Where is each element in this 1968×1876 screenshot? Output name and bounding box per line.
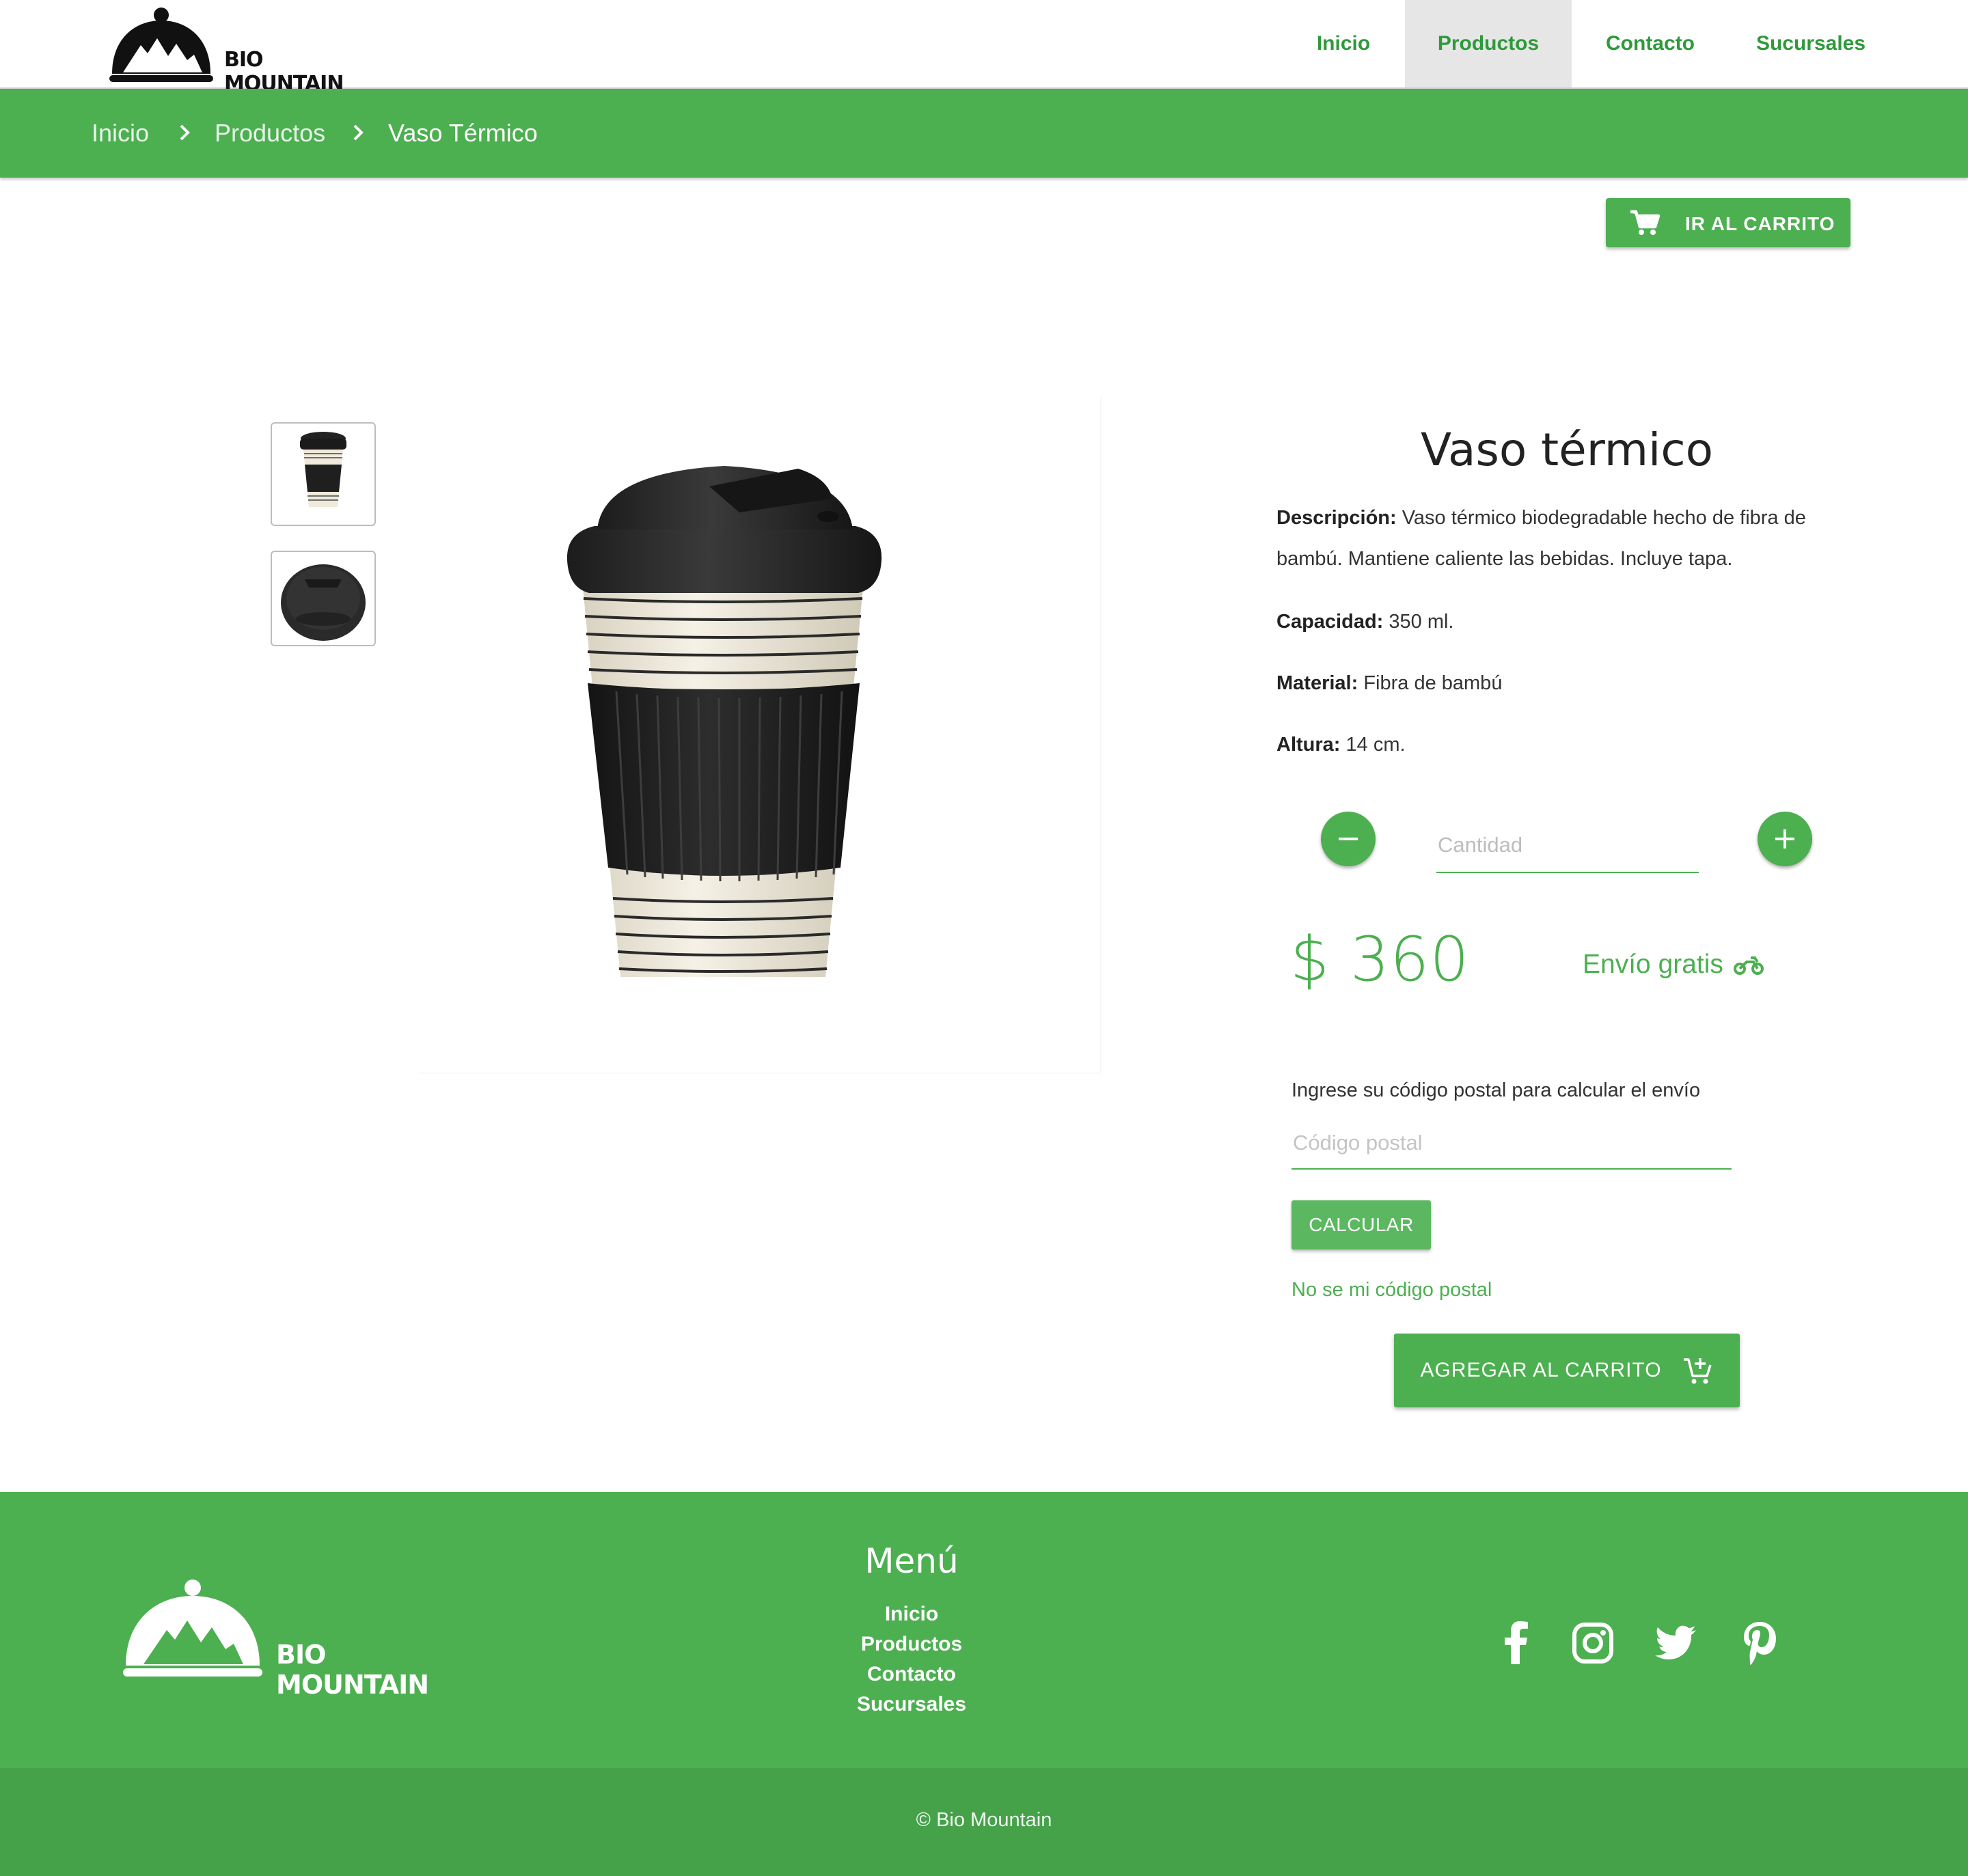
decrease-quantity-button[interactable] (1321, 812, 1376, 866)
brand-logo[interactable]: BIO MOUNTAIN (108, 5, 344, 96)
calculate-shipping-button[interactable]: CALCULAR (1292, 1200, 1431, 1250)
nav-inicio[interactable]: Inicio (1282, 0, 1405, 87)
thermal-cup-image (566, 466, 882, 977)
product-main-image[interactable] (418, 396, 1100, 1073)
lid-thumbnail-image (281, 564, 366, 641)
footer-menu-title: Menú (864, 1541, 959, 1581)
capacity-value: 350 ml. (1389, 611, 1454, 633)
main-nav: Inicio Productos Contacto Sucursales (1282, 0, 1968, 87)
product-description: Descripción: Vaso térmico biodegradable … (1276, 497, 1864, 579)
chevron-right-icon (353, 124, 364, 141)
nav-productos[interactable]: Productos (1405, 0, 1572, 87)
breadcrumb: Inicio Productos Vaso Térmico (0, 89, 1968, 178)
footer-link-productos[interactable]: Productos (775, 1633, 1048, 1656)
motorcycle-icon (1733, 956, 1764, 975)
cup-thumbnail-image (300, 432, 346, 507)
zip-code-input[interactable] (1292, 1118, 1732, 1170)
free-shipping-label: Envío gratis (1583, 950, 1723, 979)
description-label: Descripción: (1276, 507, 1397, 529)
twitter-icon[interactable] (1652, 1619, 1700, 1667)
go-to-cart-button[interactable]: IR AL CARRITO (1606, 198, 1850, 247)
product-price: $ 360 (1290, 924, 1470, 995)
nav-contacto[interactable]: Contacto (1572, 0, 1729, 87)
go-to-cart-label: IR AL CARRITO (1685, 213, 1835, 234)
chevron-right-icon (180, 124, 190, 141)
product-title: Vaso térmico (1421, 424, 1713, 476)
minus-icon (1339, 838, 1358, 840)
nav-sucursales[interactable]: Sucursales (1729, 0, 1893, 87)
product-height: Altura: 14 cm. (1276, 724, 1864, 765)
footer-brand-logo[interactable]: BIO MOUNTAIN (123, 1578, 429, 1700)
height-label: Altura: (1276, 734, 1341, 756)
height-value: 14 cm. (1345, 734, 1406, 756)
footer-link-inicio[interactable]: Inicio (775, 1603, 1048, 1626)
footer-link-contacto[interactable]: Contacto (775, 1663, 1048, 1686)
footer-brand-name: BIO MOUNTAIN (276, 1640, 429, 1700)
plus-icon (1775, 829, 1794, 849)
cart-icon (1630, 210, 1660, 235)
capacity-label: Capacidad: (1276, 611, 1384, 633)
unknown-zip-link[interactable]: No se mi código postal (1292, 1279, 1492, 1301)
facebook-icon[interactable] (1492, 1619, 1540, 1667)
add-to-cart-button[interactable]: AGREGAR AL CARRITO (1394, 1334, 1740, 1407)
breadcrumb-productos[interactable]: Productos (215, 119, 325, 148)
product-material: Material: Fibra de bambú (1276, 663, 1864, 704)
breadcrumb-current: Vaso Térmico (388, 119, 538, 147)
top-navbar: BIO MOUNTAIN Inicio Productos Contacto S… (0, 0, 1968, 96)
increase-quantity-button[interactable] (1758, 812, 1812, 866)
add-shopping-cart-icon (1683, 1358, 1712, 1384)
quantity-input[interactable] (1436, 818, 1699, 873)
footer-link-sucursales[interactable]: Sucursales (775, 1693, 1048, 1716)
add-to-cart-label: AGREGAR AL CARRITO (1420, 1359, 1662, 1381)
free-shipping-info: Envío gratis (1583, 950, 1764, 980)
zip-code-label: Ingrese su código postal para calcular e… (1292, 1079, 1701, 1101)
material-label: Material: (1276, 672, 1358, 694)
product-capacity: Capacidad: 350 ml. (1276, 601, 1864, 642)
instagram-icon[interactable] (1569, 1619, 1617, 1667)
material-value: Fibra de bambú (1363, 672, 1503, 694)
logo-dome-icon (123, 1580, 262, 1677)
product-thumbnail-cup[interactable] (271, 422, 376, 526)
product-thumbnail-lid[interactable] (271, 551, 376, 646)
pinterest-icon[interactable] (1736, 1619, 1784, 1667)
breadcrumb-inicio[interactable]: Inicio (92, 119, 149, 148)
copyright-text: © Bio Mountain (916, 1809, 1052, 1831)
